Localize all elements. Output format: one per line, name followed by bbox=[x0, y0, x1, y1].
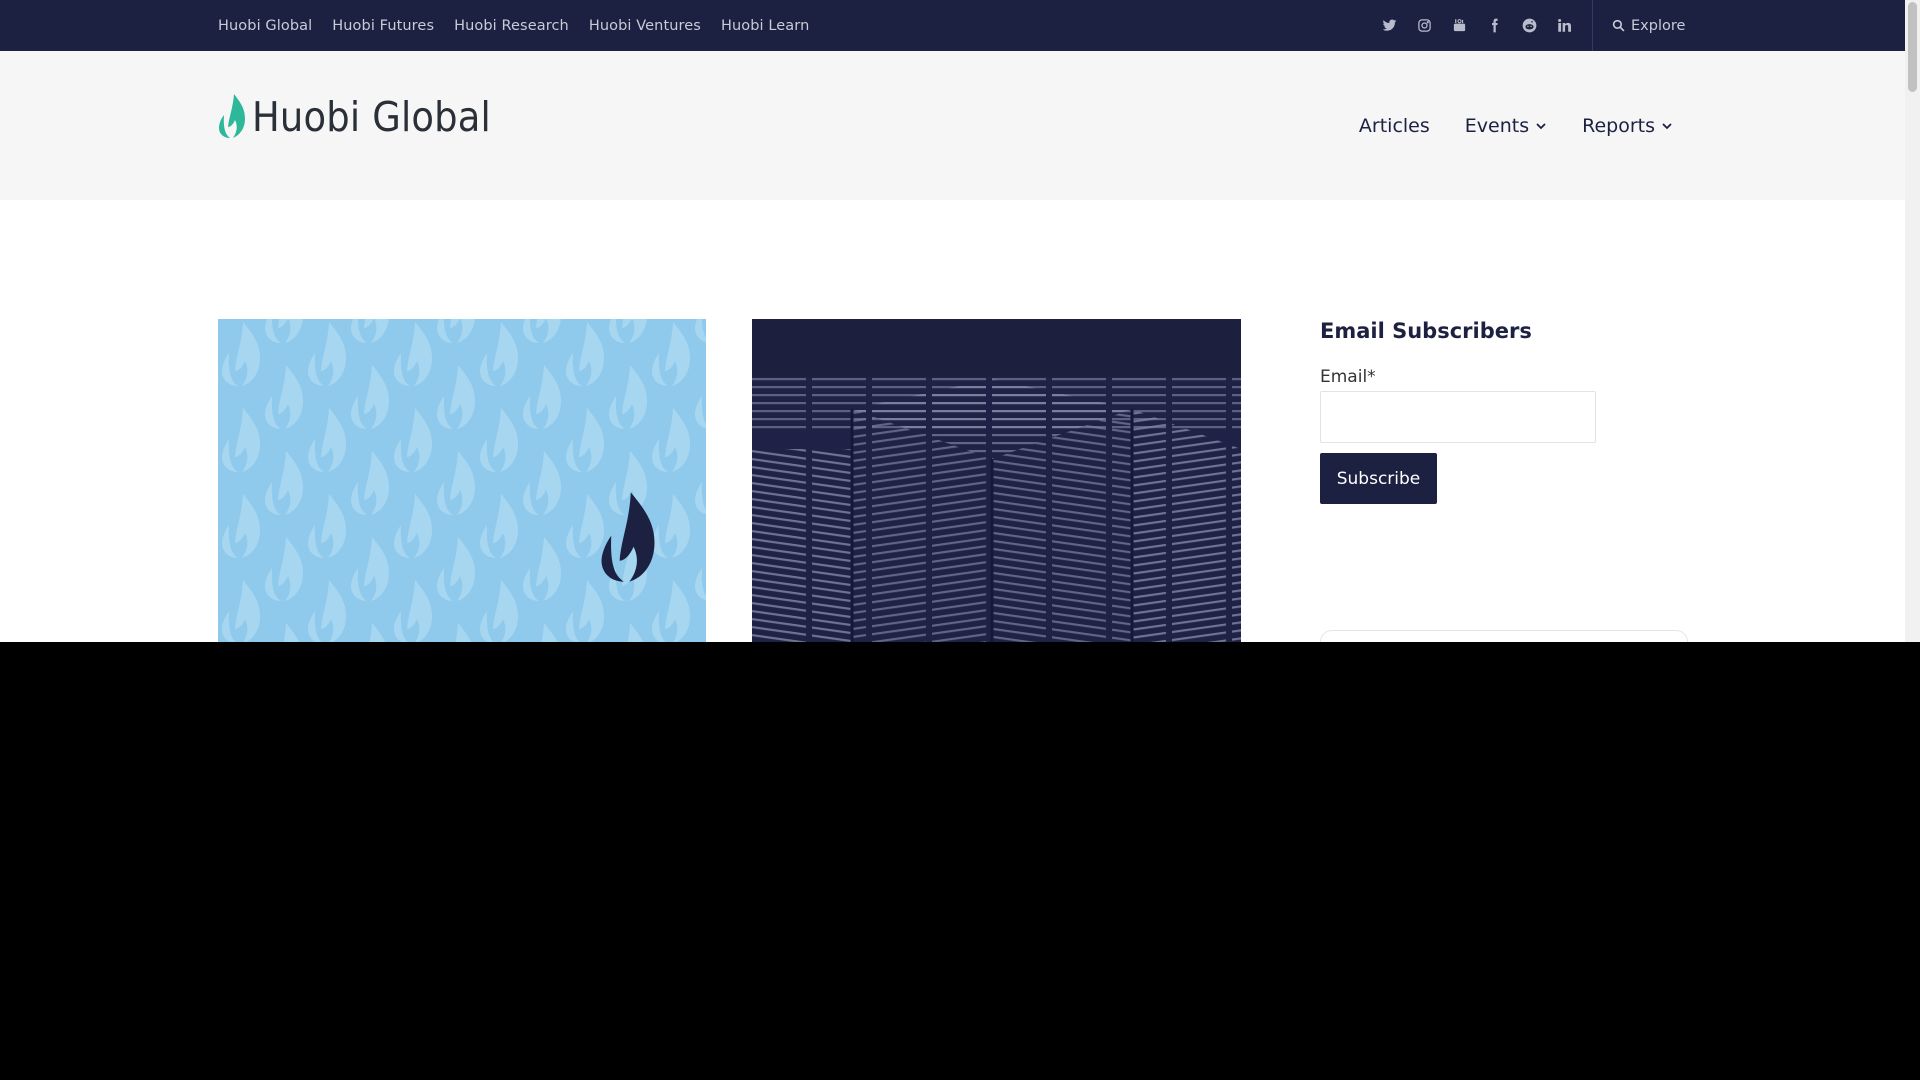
nav-articles-label: Articles bbox=[1358, 114, 1430, 137]
nav-reports-label: Reports bbox=[1582, 114, 1655, 137]
explore-label: Explore bbox=[1631, 17, 1686, 34]
logo-text: Huobi Global bbox=[252, 93, 491, 141]
twitter-icon[interactable] bbox=[1372, 0, 1407, 51]
top-link-huobi-global[interactable]: Huobi Global bbox=[218, 18, 312, 34]
site-logo[interactable]: Huobi Global bbox=[218, 89, 518, 139]
top-link-huobi-research[interactable]: Huobi Research bbox=[454, 18, 569, 34]
social-links bbox=[1372, 0, 1582, 51]
nav-articles[interactable]: Articles bbox=[1359, 115, 1430, 137]
youtube-icon[interactable] bbox=[1442, 0, 1477, 51]
article-card-image-1[interactable] bbox=[218, 319, 706, 642]
chevron-down-icon bbox=[1536, 122, 1546, 129]
email-field[interactable] bbox=[1320, 391, 1596, 443]
research-institute-image bbox=[752, 319, 1241, 642]
top-nav: Huobi Global Huobi Futures Huobi Researc… bbox=[218, 0, 829, 51]
email-label: Email* bbox=[1320, 367, 1376, 387]
flame-logo-icon bbox=[218, 93, 246, 139]
reddit-icon[interactable] bbox=[1512, 0, 1547, 51]
site-header: Huobi Global Articles Events Reports bbox=[0, 51, 1905, 200]
top-link-huobi-learn[interactable]: Huobi Learn bbox=[721, 18, 809, 34]
sidebar-widget-box bbox=[1320, 630, 1688, 642]
instagram-icon[interactable] bbox=[1407, 0, 1442, 51]
chevron-down-icon bbox=[1662, 122, 1672, 129]
top-bar: Huobi Global Huobi Futures Huobi Researc… bbox=[0, 0, 1905, 51]
scrollbar-thumb[interactable] bbox=[1908, 2, 1917, 92]
nav-events-label: Events bbox=[1464, 114, 1530, 137]
subscribe-button[interactable]: Subscribe bbox=[1320, 453, 1437, 504]
linkedin-icon[interactable] bbox=[1547, 0, 1582, 51]
nav-reports[interactable]: Reports bbox=[1582, 115, 1673, 137]
topbar-divider bbox=[1592, 0, 1593, 51]
search-icon bbox=[1612, 19, 1625, 32]
sidebar: Email Subscribers Email* Subscribe bbox=[1320, 319, 1690, 504]
scrollbar[interactable] bbox=[1905, 0, 1920, 642]
main-nav: Articles Events Reports bbox=[1324, 51, 1673, 200]
explore-button[interactable]: Explore bbox=[1612, 0, 1685, 51]
nav-events[interactable]: Events bbox=[1465, 115, 1547, 137]
page-viewport: Huobi Global Huobi Futures Huobi Researc… bbox=[0, 0, 1905, 642]
flame-pattern-image bbox=[218, 319, 706, 642]
facebook-icon[interactable] bbox=[1477, 0, 1512, 51]
email-subscribers-title: Email Subscribers bbox=[1320, 319, 1532, 343]
top-link-huobi-futures[interactable]: Huobi Futures bbox=[332, 18, 434, 34]
article-card-image-2[interactable] bbox=[752, 319, 1241, 642]
top-link-huobi-ventures[interactable]: Huobi Ventures bbox=[589, 18, 701, 34]
